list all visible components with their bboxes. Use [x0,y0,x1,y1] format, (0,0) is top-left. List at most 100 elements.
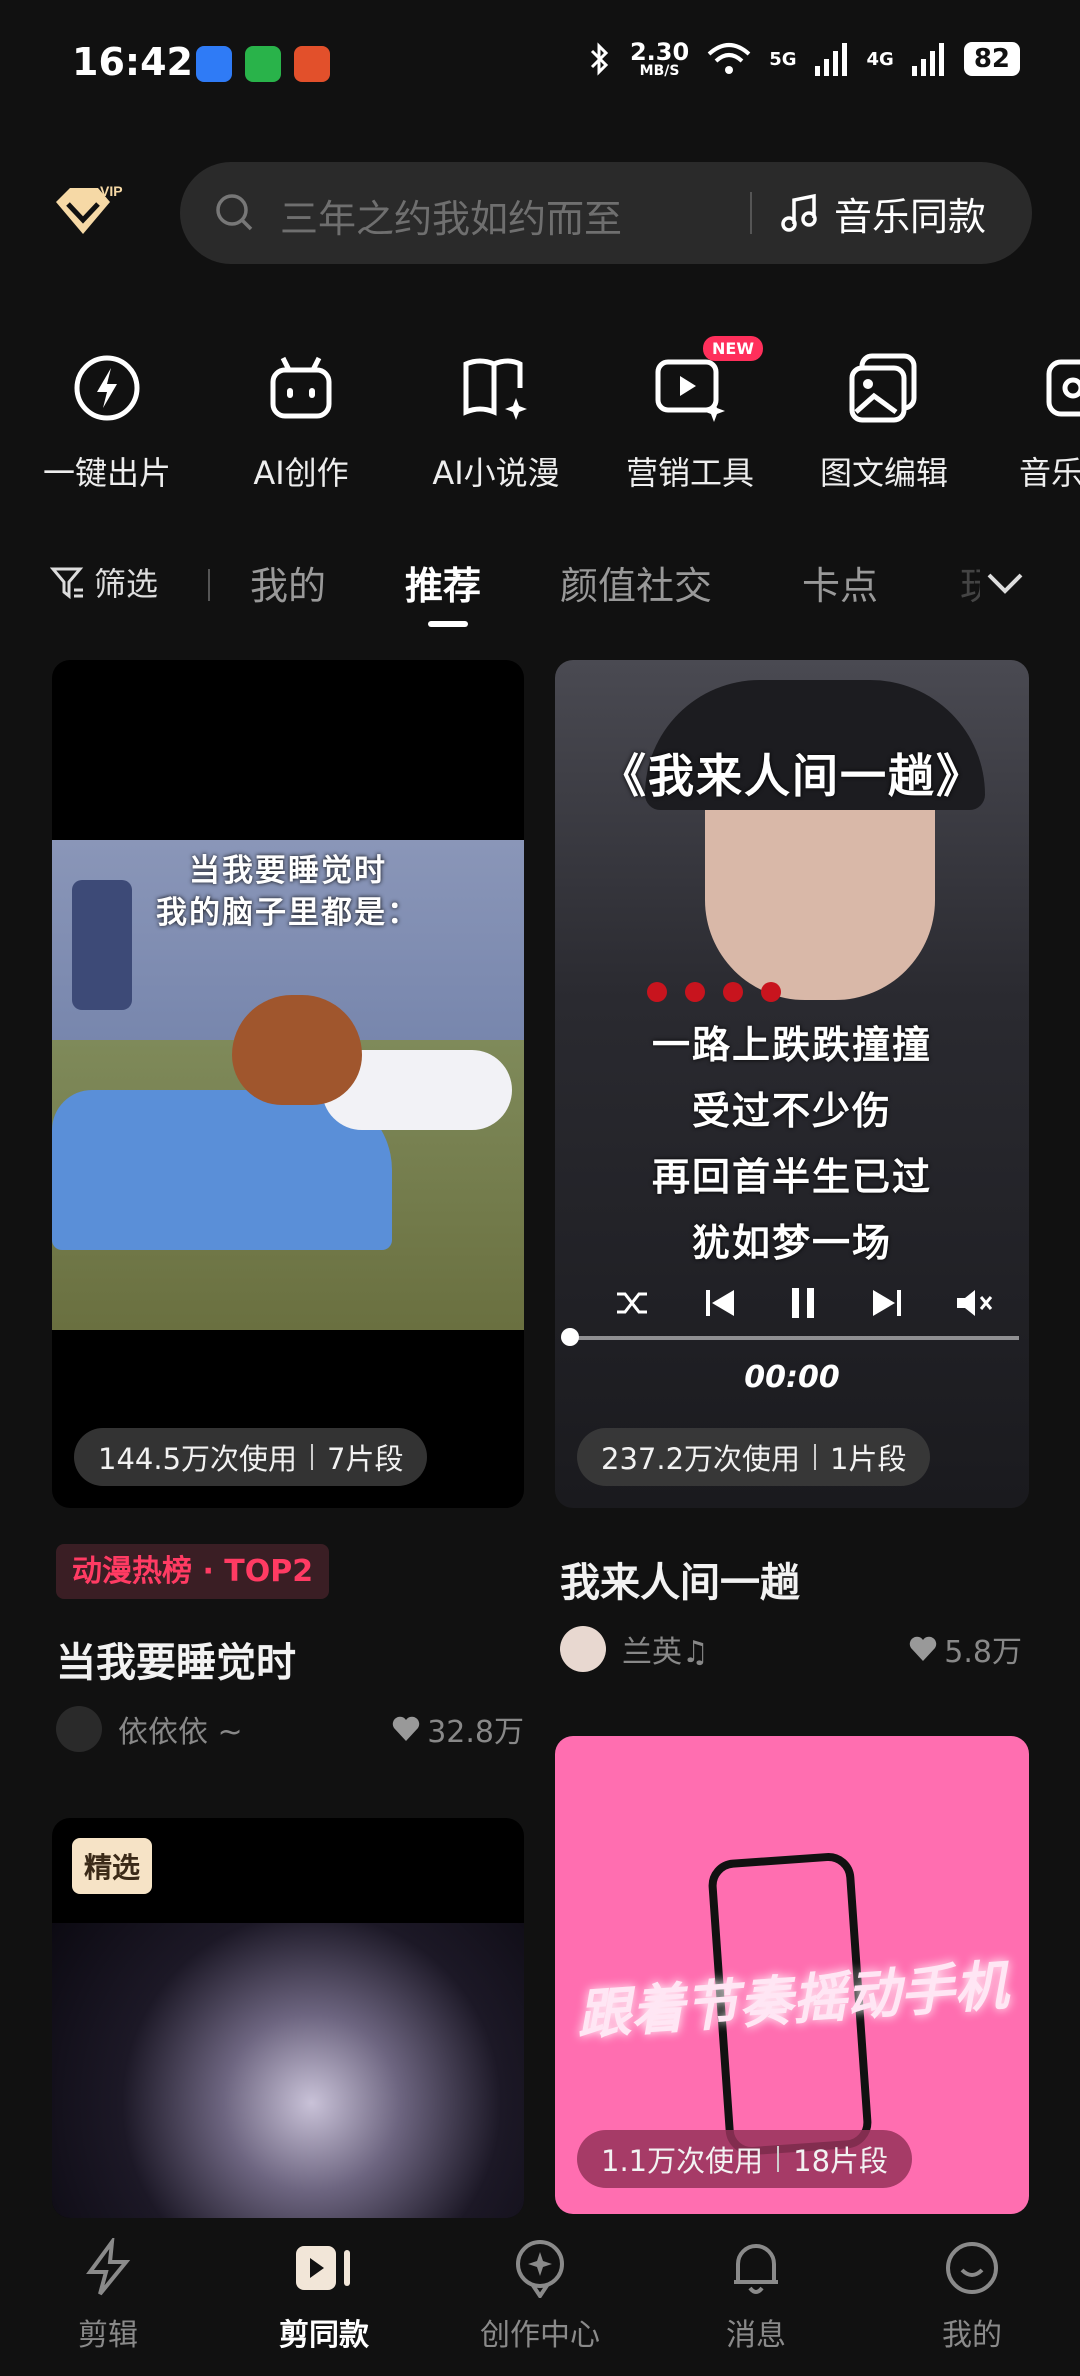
music-match-button[interactable]: 音乐同款 [780,182,986,244]
nav-label: 剪辑 [78,2318,138,2353]
progress-track [569,1336,1019,1340]
rank-badge: 动漫热榜 · TOP2 [56,1544,330,1599]
tool-ai-novel-comic[interactable]: AI小说漫 [421,350,571,494]
tab-beat-sync[interactable]: 卡点 [802,555,878,610]
dot [647,982,667,1002]
usage-pill: 144.5万次使用 7片段 [74,1428,428,1486]
usage-count: 1.1万次使用 [601,2144,764,2178]
dot [761,982,781,1002]
vip-diamond-icon: VIP [56,183,123,234]
next-icon [872,1290,901,1316]
author-name[interactable]: 兰英♫ [622,1627,709,1671]
tool-marketing[interactable]: NEW 营销工具 [615,336,765,494]
like-count: 32.8万 [427,1715,524,1750]
usage-count: 237.2万次使用 [601,1442,801,1476]
overlay-text: 当我要睡觉时 我的脑子里都是： [52,850,524,934]
tab-looks-social[interactable]: 颜值社交 [560,555,712,610]
tool-label: 音乐 [1019,454,1080,492]
net-speed-unit: MB/S [639,63,680,79]
signal-4g-label: 4G [866,48,894,70]
card-meta: 依依依 ~ 32.8万 [56,1706,524,1752]
template-card[interactable]: 精选 [52,1818,524,2218]
nav-label: 剪同款 [279,2318,369,2353]
avatar[interactable] [56,1706,102,1752]
category-tabs: 筛选 我的 推荐 颜值社交 卡点 玩 [50,555,1080,627]
signal-5g-label: 5G [769,48,797,70]
usage-pill: 237.2万次使用 1片段 [577,1428,931,1486]
nav-messages[interactable]: 消息 [681,2238,831,2354]
like-stat[interactable]: 5.8万 [908,1627,1022,1671]
chevron-down-icon[interactable] [985,569,1025,599]
dot [723,982,743,1002]
tool-one-click[interactable]: 一键出片 [32,350,182,494]
template-card[interactable]: 《我来人间一趟》 一路上跌跌撞撞 受过不少伤 再回首半生已过 犹如梦一场 00:… [555,660,1029,1508]
play-sparkle-icon [655,359,725,422]
nav-template[interactable]: 剪同款 [249,2238,399,2354]
tool-image-text-edit[interactable]: 图文编辑 [809,350,959,494]
tool-music[interactable]: 音乐 [1003,350,1080,494]
tab-recommended[interactable]: 推荐 [405,555,481,610]
book-sparkle-icon [463,358,527,420]
robot-icon [270,356,332,419]
tool-label: 一键出片 [42,454,171,492]
avatar[interactable] [560,1626,606,1672]
music-note-icon [781,193,817,232]
clip-count: 7片段 [327,1442,404,1476]
nav-profile[interactable]: 我的 [897,2238,1047,2354]
card-title[interactable]: 当我要睡觉时 [56,1630,296,1688]
filter-button[interactable]: 筛选 [50,559,158,605]
nav-label: 创作中心 [480,2318,600,2353]
card-title[interactable]: 我来人间一趟 [560,1550,800,1608]
lyric-line: 再回首半生已过 [651,1155,932,1199]
template-play-icon [296,2246,350,2290]
heart-icon [392,1716,420,1741]
template-card[interactable]: 当我要睡觉时 我的脑子里都是： 144.5万次使用 7片段 [52,660,524,1508]
mute-icon [957,1290,993,1316]
tab-mine[interactable]: 我的 [250,555,326,610]
lyric-line: 一路上跌跌撞撞 [651,1023,932,1067]
search-icon [216,194,253,231]
usage-divider [311,1444,314,1470]
progress-thumb [561,1328,579,1346]
usage-divider [777,2146,780,2172]
net-speed: 2.30 MB/S [630,40,689,78]
tab-play[interactable]: 玩 [960,555,980,610]
clip-count: 18片段 [793,2144,889,2178]
lyric-line: 犹如梦一场 [691,1221,892,1265]
search-bar[interactable]: 三年之约我如约而至 音乐同款 [180,162,1032,264]
overlay-text: 跟着节奏摇动手机 [574,1953,1011,2047]
template-card[interactable]: 跟着节奏摇动手机 1.1万次使用 18片段 [555,1736,1029,2214]
vip-badge[interactable]: VIP [48,180,138,250]
card-thumbnail [52,1923,524,2218]
usage-count: 144.5万次使用 [98,1442,298,1476]
lyrics: 一路上跌跌撞撞 受过不少伤 再回首半生已过 犹如梦一场 [555,1012,1029,1276]
nav-creator-center[interactable]: 创作中心 [465,2238,615,2354]
tool-label: AI创作 [253,454,349,492]
battery-level: 82 [963,42,1020,76]
search-placeholder[interactable]: 三年之约我如约而至 [280,188,622,243]
lightning-icon [74,355,140,421]
like-stat[interactable]: 32.8万 [391,1707,524,1751]
wifi-icon [707,43,751,74]
tool-ai-create[interactable]: AI创作 [226,350,376,494]
status-time: 16:42 [72,40,193,84]
profile-icon [946,2242,998,2294]
net-speed-value: 2.30 [629,38,690,66]
featured-badge: 精选 [72,1838,153,1894]
shuffle-icon [617,1292,647,1314]
overlay-title: 《我来人间一趟》 [600,749,984,803]
security-app-icon [245,46,281,82]
tool-label: AI小说漫 [432,454,560,492]
author-name[interactable]: 依依依 ~ [118,1707,243,1751]
pause-icon [792,1288,814,1318]
music-match-label: 音乐同款 [834,194,987,239]
image-edit-icon [849,353,917,423]
tool-label: 图文编辑 [819,454,948,492]
app-notification-icon [196,46,232,82]
player-time: 00:00 [744,1360,840,1395]
clip-count: 1片段 [830,1442,907,1476]
usage-pill: 1.1万次使用 18片段 [577,2130,913,2188]
signal-4g-icon [911,43,944,76]
filter-label: 筛选 [94,565,159,603]
nav-edit[interactable]: 剪辑 [33,2234,183,2354]
